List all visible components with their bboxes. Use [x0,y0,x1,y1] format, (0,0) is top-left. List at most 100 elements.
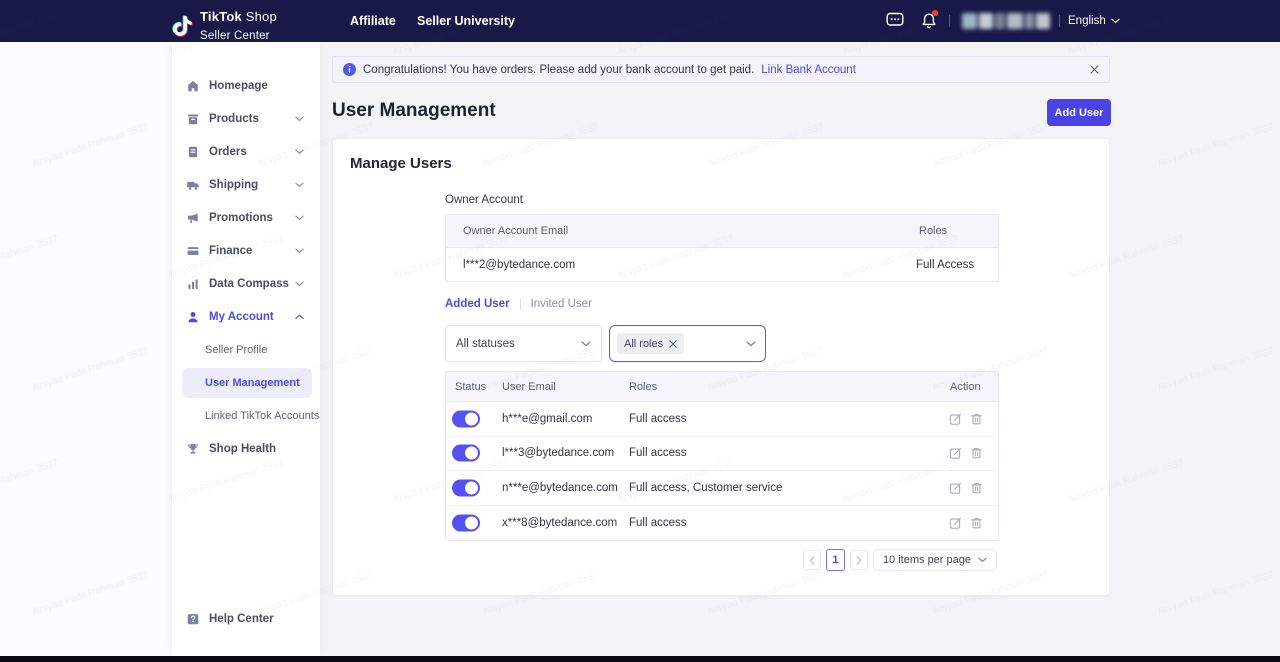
message-icon[interactable] [886,12,904,33]
roles-filter-tag: All roles [617,333,684,354]
sidebar: Homepage Products Orders Shipping [172,42,320,656]
divider [1059,15,1060,27]
link-bank-account-link[interactable]: Link Bank Account [761,64,856,76]
sidebar-item-shipping[interactable]: Shipping [172,174,320,196]
status-toggle[interactable] [452,514,480,531]
tab-added-user[interactable]: Added User [445,298,510,310]
sidebar-item-help-center[interactable]: Help Center [172,608,320,630]
prev-page-button[interactable] [803,550,821,570]
account-name-blurred[interactable] [962,13,1052,29]
close-icon[interactable] [1090,65,1099,74]
edit-icon[interactable] [949,412,962,425]
users-table-header: Status User Email Roles Action [446,372,998,402]
chevron-down-icon [978,557,987,563]
user-roles: Full access [629,447,687,459]
col-status: Status [455,381,486,393]
owner-table-header: Owner Account Email Roles [446,215,998,248]
owner-account-label: Owner Account [445,194,523,206]
banner-message: Congratulations! You have orders. Please… [363,64,754,76]
status-toggle[interactable] [452,410,480,427]
chevron-down-icon [581,341,591,347]
tiktok-logo-icon [172,14,193,38]
sidebar-item-linked-tiktok-accounts[interactable]: Linked TikTok Accounts [172,405,320,427]
card-title: Manage Users [350,155,452,172]
bar-chart-icon [186,277,200,291]
chevron-down-icon [295,149,304,155]
screen: Arsyad Fadli Rahman 3537 Arsyad Fadli Rah… [0,0,1280,662]
notification-banner: Congratulations! You have orders. Please… [332,56,1110,83]
watermark-text: Arsyad Fadli Rahman 3537 [31,570,150,618]
owner-roles: Full Access [916,259,974,271]
table-row: n***e@bytedance.com Full access, Custome… [446,471,998,506]
add-user-button[interactable]: Add User [1047,99,1111,126]
chevron-down-icon [1111,18,1120,24]
notifications-bell-icon[interactable] [921,12,937,35]
edit-icon[interactable] [949,481,962,494]
sidebar-item-seller-profile[interactable]: Seller Profile [172,339,320,361]
chevron-down-icon [295,182,304,188]
sidebar-item-promotions[interactable]: Promotions [172,207,320,229]
sidebar-item-homepage[interactable]: Homepage [172,75,320,97]
page-size-select[interactable]: 10 items per page [873,549,997,571]
user-email: h***e@gmail.com [502,413,592,425]
status-toggle[interactable] [452,479,480,496]
table-row: h***e@gmail.com Full access [446,402,998,437]
user-email: l***3@bytedance.com [502,447,614,459]
watermark-text: Arsyad Fadli Rahman 3537 [31,346,150,394]
chevron-down-icon [295,248,304,254]
user-email: n***e@bytedance.com [502,482,618,494]
delete-trash-icon[interactable] [970,447,983,460]
brand-text: TikTok Shop Seller Center [200,8,277,44]
delete-trash-icon[interactable] [970,481,983,494]
user-roles: Full access, Customer service [629,482,782,494]
sidebar-item-orders[interactable]: Orders [172,141,320,163]
next-page-button[interactable] [850,550,868,570]
nav-link-seller-university[interactable]: Seller University [417,0,515,42]
tab-invited-user[interactable]: Invited User [531,298,592,310]
sidebar-item-user-management[interactable]: User Management [182,368,312,398]
watermark-text: Arsyad Fadli Rahman 3537 [31,122,150,170]
owner-table-row: l***2@bytedance.com Full Access [446,248,998,281]
shipping-truck-icon [186,178,200,192]
roles-filter-select[interactable]: All roles [609,325,766,362]
col-roles: Roles [919,225,947,237]
edit-icon[interactable] [949,516,962,529]
filters-row: All statuses All roles [445,325,766,362]
person-icon [186,310,200,324]
top-navbar: TikTok Shop Seller Center Affiliate Sell… [0,0,1280,42]
sidebar-item-shop-health[interactable]: Shop Health [172,438,320,460]
notification-dot [932,10,938,16]
nav-link-affiliate[interactable]: Affiliate [350,0,396,42]
remove-tag-icon[interactable] [669,340,677,348]
help-question-icon [186,612,200,626]
watermark-text: Arsyad Fadli Rahman 3537 [0,458,60,506]
sidebar-item-products[interactable]: Products [172,108,320,130]
chevron-down-icon [295,281,304,287]
status-toggle[interactable] [452,445,480,462]
owner-account-table: Owner Account Email Roles l***2@bytedanc… [445,214,999,282]
delete-trash-icon[interactable] [970,412,983,425]
chevron-down-icon [295,215,304,221]
chevron-down-icon [746,341,756,347]
main-content: Congratulations! You have orders. Please… [320,42,1280,656]
divider [949,15,950,27]
col-roles: Roles [629,381,657,393]
products-box-icon [186,112,200,126]
sidebar-item-my-account[interactable]: My Account [172,306,320,328]
page-number-current[interactable]: 1 [826,549,845,571]
col-owner-account-email: Owner Account Email [463,225,568,237]
brand-logo[interactable]: TikTok Shop Seller Center [172,8,277,44]
col-user-email: User Email [502,381,556,393]
status-filter-select[interactable]: All statuses [445,325,602,362]
sidebar-item-data-compass[interactable]: Data Compass [172,273,320,295]
users-table: Status User Email Roles Action h***e@gma… [445,371,999,541]
divider [520,299,521,310]
user-roles: Full access [629,413,687,425]
sidebar-item-finance[interactable]: Finance [172,240,320,262]
delete-trash-icon[interactable] [970,516,983,529]
edit-icon[interactable] [949,447,962,460]
trophy-icon [186,442,200,456]
owner-email: l***2@bytedance.com [463,259,575,271]
language-selector[interactable]: English [1068,0,1120,42]
finance-card-icon [186,244,200,258]
